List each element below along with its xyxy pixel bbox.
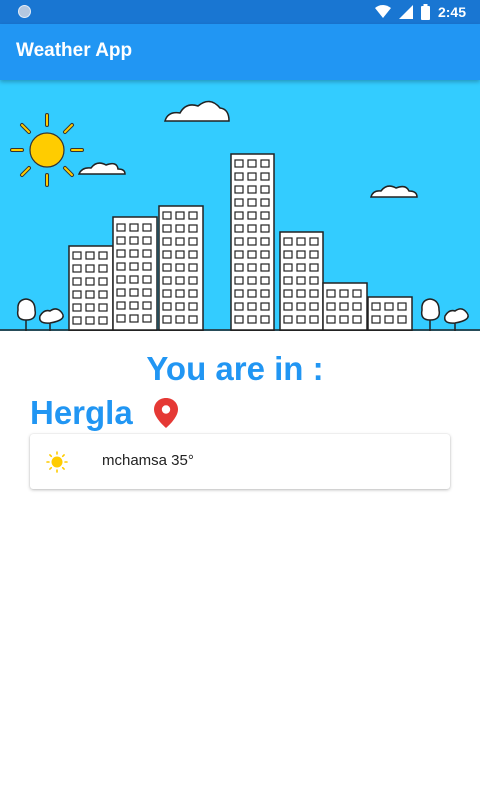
wifi-icon — [374, 5, 391, 18]
cell-signal-icon — [398, 5, 413, 19]
battery-icon — [420, 4, 430, 20]
location-heading: You are in : — [146, 350, 324, 387]
city-row: Hergla — [30, 391, 179, 435]
status-time: 2:45 — [437, 4, 466, 20]
weather-text: mchamsa 35° — [102, 452, 194, 469]
sun-illustration — [10, 113, 84, 187]
notification-dot-icon — [18, 5, 31, 18]
status-icons: 2:45 — [374, 0, 466, 24]
city-name: Hergla — [30, 394, 133, 431]
app-title: Weather App — [16, 40, 133, 61]
weather-card[interactable]: mchamsa 35° — [30, 434, 450, 489]
location-pin-icon — [153, 398, 178, 428]
app-bar: Weather App — [0, 24, 480, 80]
city-illustration — [0, 100, 480, 331]
status-bar: 2:45 — [0, 0, 480, 24]
sun-icon — [46, 451, 68, 473]
city-banner — [0, 80, 480, 331]
